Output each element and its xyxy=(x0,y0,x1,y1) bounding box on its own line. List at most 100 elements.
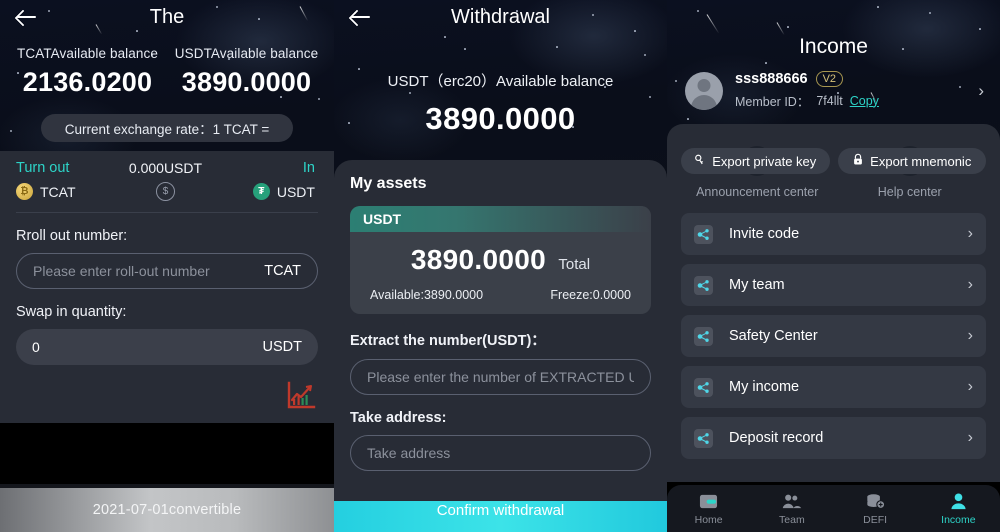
wallet-icon xyxy=(667,491,750,512)
panel-exchange: The TCATAvailable balance 2136.0200 USDT… xyxy=(0,0,334,532)
swapin-label: Swap in quantity: xyxy=(16,304,127,320)
my-assets-title: My assets xyxy=(350,175,427,192)
rollout-field[interactable]: TCAT xyxy=(16,253,318,289)
balance-label: TCATAvailable balance xyxy=(17,46,158,61)
back-arrow-icon[interactable] xyxy=(14,4,40,30)
lock-icon xyxy=(852,153,864,169)
convertible-button[interactable]: 2021-07-01convertible xyxy=(0,488,334,532)
panel2-header: Withdrawal xyxy=(334,0,667,34)
rollout-suffix: TCAT xyxy=(264,263,301,279)
center-label: Help center xyxy=(877,185,942,199)
menu-item-label: My income xyxy=(729,379,800,395)
export-mnemonic-button[interactable]: Export mnemonic xyxy=(837,148,986,174)
extract-field[interactable] xyxy=(350,359,651,395)
nav-item-defi[interactable]: DEFI xyxy=(834,491,917,526)
user-name-row: sss888666 V2 xyxy=(735,71,978,87)
menu-item-deposit-record[interactable]: Deposit record › xyxy=(681,417,986,459)
member-id-row: Member ID： 7f4llt Copy xyxy=(735,91,978,110)
menu-item-label: My team xyxy=(729,277,785,293)
person-icon xyxy=(917,491,1000,512)
balance-usdt: USDTAvailable balance 3890.0000 xyxy=(167,46,326,98)
export-private-key-button[interactable]: Export private key xyxy=(681,148,830,174)
chevron-right-icon[interactable]: › xyxy=(978,81,984,101)
swap-out[interactable]: Turn out ₿ TCAT xyxy=(16,160,116,200)
swapin-field[interactable]: USDT xyxy=(16,329,318,365)
back-arrow-icon[interactable] xyxy=(348,4,374,30)
divider xyxy=(16,212,318,213)
balance-value: 2136.0200 xyxy=(22,67,153,97)
asset-available: Available:3890.0000 xyxy=(370,288,484,302)
swap-row: Turn out ₿ TCAT 0.000USDT $ In ₮ USDT xyxy=(16,151,318,201)
member-id-value: 7f4llt xyxy=(816,93,843,108)
swapin-suffix: USDT xyxy=(262,339,302,355)
coins-stack-icon xyxy=(834,491,917,512)
swap-in-label: In xyxy=(302,160,315,176)
menu-list: Invite code › My team › Safety Center › … xyxy=(681,213,986,459)
swap-in[interactable]: In ₮ USDT xyxy=(215,160,315,200)
three-phone-screens: The TCATAvailable balance 2136.0200 USDT… xyxy=(0,0,1000,532)
balance-tcat: TCATAvailable balance 2136.0200 xyxy=(8,46,167,98)
balance-caption: USDT（erc20）Available balance xyxy=(387,73,614,90)
asset-card-usdt[interactable]: USDT 3890.0000 Total Available:3890.0000… xyxy=(350,206,651,314)
nav-label: DEFI xyxy=(863,514,888,526)
export-mnemonic-label: Export mnemonic xyxy=(870,153,972,169)
copy-button[interactable]: Copy xyxy=(850,94,879,108)
nav-label: Team xyxy=(779,514,805,526)
page-title: The xyxy=(149,5,185,28)
nav-item-income[interactable]: Income xyxy=(917,491,1000,526)
chevron-right-icon: › xyxy=(967,276,973,293)
tcat-coin-icon: ₿ xyxy=(16,183,33,200)
swapin-input[interactable] xyxy=(32,339,255,355)
coin-label: TCAT xyxy=(40,183,76,200)
menu-item-invite-code[interactable]: Invite code › xyxy=(681,213,986,255)
swap-amount: 0.000USDT xyxy=(128,160,203,176)
user-name: sss888666 xyxy=(735,71,808,87)
nav-label: Income xyxy=(941,514,976,526)
share-nodes-icon xyxy=(694,224,713,244)
panel-income: Income sss888666 V2 Member ID： 7f4llt Co… xyxy=(667,0,1000,532)
share-nodes-icon xyxy=(694,428,713,448)
menu-item-my-team[interactable]: My team › xyxy=(681,264,986,306)
menu-item-my-income[interactable]: My income › xyxy=(681,366,986,408)
people-icon xyxy=(750,491,833,512)
rollout-label: Rroll out number: xyxy=(16,228,128,244)
address-label: Take address: xyxy=(350,410,447,426)
asset-symbol: USDT xyxy=(350,206,651,232)
swap-out-coin: ₿ TCAT xyxy=(16,183,116,200)
menu-item-safety-center[interactable]: Safety Center › xyxy=(681,315,986,357)
balance-value: 3890.0000 xyxy=(181,67,312,97)
address-input[interactable] xyxy=(367,445,634,461)
swap-toggle: $ xyxy=(116,182,216,201)
trend-chart-icon[interactable] xyxy=(286,381,316,416)
panel1-header: The xyxy=(0,0,334,34)
share-nodes-icon xyxy=(694,326,713,346)
page-title: Withdrawal xyxy=(451,5,550,28)
export-row: Export private key Export mnemonic xyxy=(681,148,986,174)
share-nodes-icon xyxy=(694,377,713,397)
menu-item-label: Deposit record xyxy=(729,430,824,446)
balance-row: TCATAvailable balance 2136.0200 USDTAvai… xyxy=(0,46,334,98)
center-label: Announcement center xyxy=(696,185,819,199)
bottom-nav: Home Team DEFI Income xyxy=(667,485,1000,532)
extract-input[interactable] xyxy=(367,369,634,385)
swap-in-coin: ₮ USDT xyxy=(215,183,315,200)
page-title: Income xyxy=(799,35,868,58)
menu-item-label: Safety Center xyxy=(729,328,818,344)
income-body: Announcement center i Help center xyxy=(667,124,1000,482)
asset-footer: Available:3890.0000 Freeze:0.0000 xyxy=(350,278,651,314)
extract-label: Extract the number(USDT)： xyxy=(350,333,546,349)
chevron-right-icon: › xyxy=(967,225,973,242)
user-card[interactable]: sss888666 V2 Member ID： 7f4llt Copy › xyxy=(667,59,1000,110)
coin-label: USDT xyxy=(276,183,315,200)
balance-label: USDTAvailable balance xyxy=(174,46,319,61)
asset-total-label: Total xyxy=(558,256,591,273)
level-badge: V2 xyxy=(815,71,844,87)
swap-circle-icon[interactable]: $ xyxy=(155,182,175,201)
address-field[interactable] xyxy=(350,435,651,471)
avatar xyxy=(685,71,723,110)
nav-item-home[interactable]: Home xyxy=(667,491,750,526)
panel-withdrawal: Withdrawal USDT（erc20）Available balance … xyxy=(334,0,667,532)
export-private-key-label: Export private key xyxy=(712,153,817,169)
rollout-input[interactable] xyxy=(33,263,257,279)
nav-item-team[interactable]: Team xyxy=(750,491,833,526)
